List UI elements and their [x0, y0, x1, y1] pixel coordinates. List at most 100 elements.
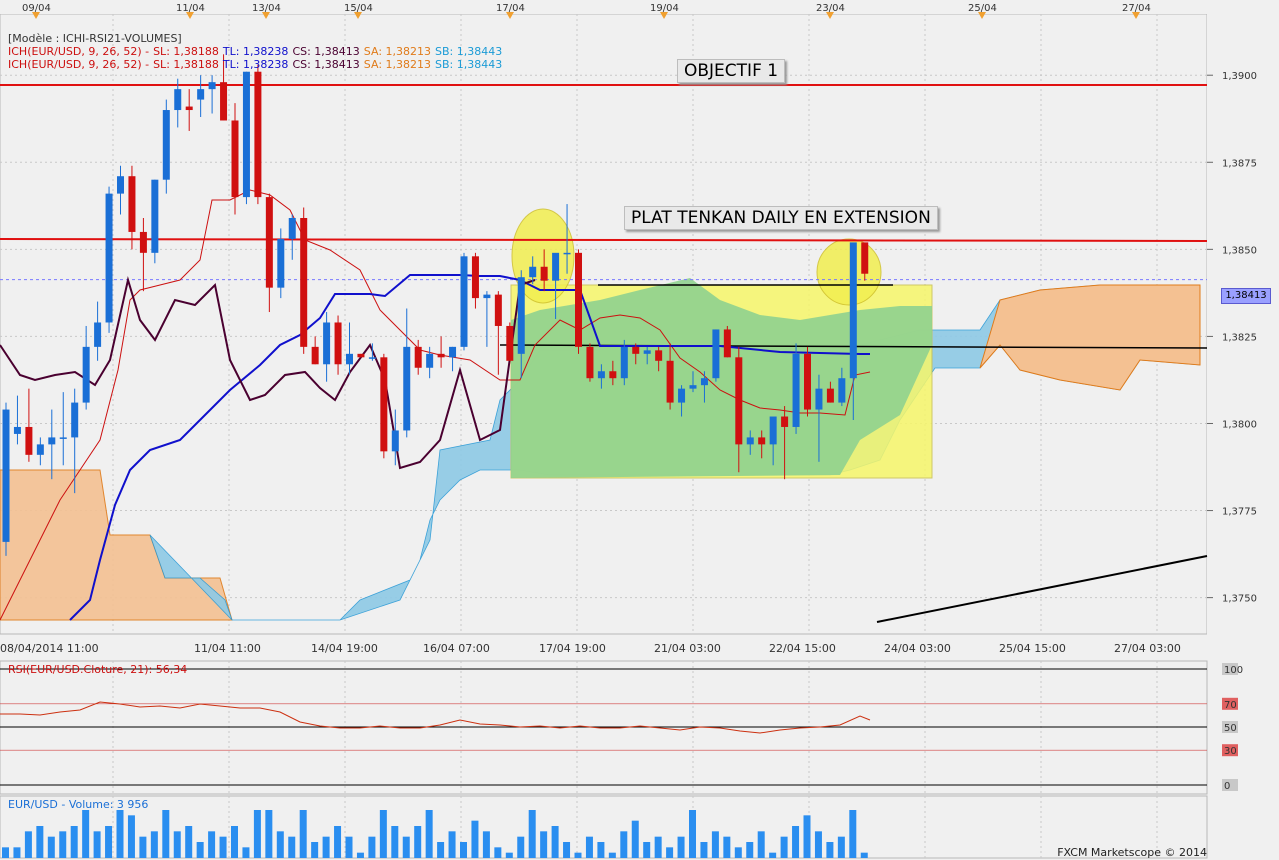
volume-bar: [242, 847, 250, 858]
candle-body: [678, 388, 686, 403]
x-tick-label: 08/04/2014 11:00: [0, 642, 99, 655]
candle-body: [288, 218, 296, 239]
candle-body: [414, 346, 422, 368]
volume-bar: [700, 842, 708, 858]
ich-sb-2: SB: 1,38443: [435, 58, 503, 71]
volume-bar: [93, 831, 101, 858]
volume-bar: [345, 836, 353, 858]
y-tick-label: 1,3875: [1222, 158, 1257, 169]
candle-body: [449, 346, 457, 358]
volume-bar: [208, 831, 216, 858]
volume-bar: [540, 831, 548, 858]
volume-bar: [2, 847, 9, 858]
rsi-label: RSI(EUR/USD.Cloture, 21): 56,34: [8, 663, 188, 676]
x-tick-label: 11/04 11:00: [194, 642, 261, 655]
candle-body: [265, 197, 273, 288]
candle-body: [769, 416, 777, 445]
candle-body: [208, 82, 216, 90]
candle-body: [655, 350, 663, 361]
candle-body: [254, 71, 262, 198]
candle-body: [174, 89, 182, 111]
volume-bar: [13, 847, 21, 858]
candle-body: [323, 322, 331, 365]
volume-bar: [299, 810, 307, 858]
volume-bar: [402, 836, 410, 858]
ich-tl-2: TL: 1,38238: [222, 58, 289, 71]
candle-body: [620, 346, 628, 379]
volume-bar: [849, 810, 857, 858]
candle-body: [494, 294, 502, 326]
current-price-tag: 1,38413: [1221, 288, 1271, 304]
candle-body: [517, 277, 525, 354]
price-axis-panel: [1207, 14, 1279, 860]
volume-bar: [746, 842, 754, 858]
volume-bar: [826, 842, 834, 858]
volume-bar: [24, 831, 32, 858]
volume-bar: [265, 810, 273, 858]
highlight-circle-2: [816, 238, 882, 306]
volume-bar: [734, 847, 742, 858]
volume-bar: [654, 836, 662, 858]
candle-body: [506, 325, 514, 361]
ich-cs-2: CS: 1,38413: [292, 58, 360, 71]
candle-body: [666, 360, 674, 403]
candle-body: [220, 82, 228, 121]
volume-bar: [643, 842, 651, 858]
volume-bar: [219, 836, 227, 858]
volume-bar: [368, 836, 376, 858]
candle-body: [712, 329, 720, 379]
volume-bar: [460, 842, 467, 858]
volume-bar: [563, 842, 571, 858]
candle-body: [586, 346, 594, 379]
model-text: [Modèle : ICHI-RSI21-VOLUMES]: [8, 32, 182, 45]
candle-body: [471, 256, 479, 299]
candle-body: [197, 89, 205, 100]
candle-body: [700, 378, 708, 386]
candle-body: [346, 353, 353, 365]
volume-bar: [608, 852, 616, 858]
x-tick-label: 17/04 19:00: [539, 642, 606, 655]
y-tick-label: 1,3775: [1222, 507, 1257, 518]
candle-body: [277, 238, 285, 288]
ich-sa: SA: 1,38213: [363, 45, 432, 58]
candle-body: [311, 346, 319, 365]
candle-body: [529, 266, 537, 278]
candle-body: [185, 106, 193, 111]
volume-bar: [231, 826, 238, 858]
volume-bar: [574, 852, 582, 858]
candle-body: [632, 346, 640, 354]
volume-bar: [769, 852, 777, 858]
rsi-tick-label: 50: [1224, 723, 1237, 734]
ich-sa-2: SA: 1,38213: [363, 58, 432, 71]
candle-body: [460, 256, 468, 347]
volume-bar: [322, 836, 330, 858]
volume-bar: [814, 831, 822, 858]
volume-bar: [162, 810, 170, 858]
ich-sl-2: SL: 1,38188: [153, 58, 219, 71]
candle-body: [242, 71, 250, 198]
ich-name-2: ICH(EUR/USD, 9, 26, 52) -: [8, 58, 150, 71]
candle-body: [746, 437, 754, 445]
volume-bar: [780, 836, 788, 858]
volume-bar: [185, 826, 193, 858]
volume-bar: [47, 836, 55, 858]
volume-bar: [82, 810, 90, 858]
candle-body: [368, 357, 376, 359]
candle-body: [689, 385, 697, 389]
volume-bar: [711, 831, 719, 858]
candle-body: [563, 252, 571, 255]
objectif-banner: OBJECTIF 1: [677, 59, 786, 83]
volume-bar: [334, 826, 342, 858]
plat-tenkan-banner: PLAT TENKAN DAILY EN EXTENSION: [624, 206, 938, 230]
x-tick-label: 16/04 07:00: [423, 642, 490, 655]
ichimoku-legend-1: ICH(EUR/USD, 9, 26, 52) - SL: 1,38188 TL: …: [8, 45, 506, 58]
candle-body: [643, 350, 651, 354]
volume-bar: [597, 842, 605, 858]
candle-body: [838, 378, 846, 403]
ich-sb: SB: 1,38443: [435, 45, 503, 58]
model-label: [Modèle : ICHI-RSI21-VOLUMES]: [8, 32, 186, 45]
volume-bar: [437, 842, 445, 858]
volume-bar: [860, 852, 868, 858]
candle-body: [25, 426, 33, 455]
volume-bar: [127, 815, 135, 858]
